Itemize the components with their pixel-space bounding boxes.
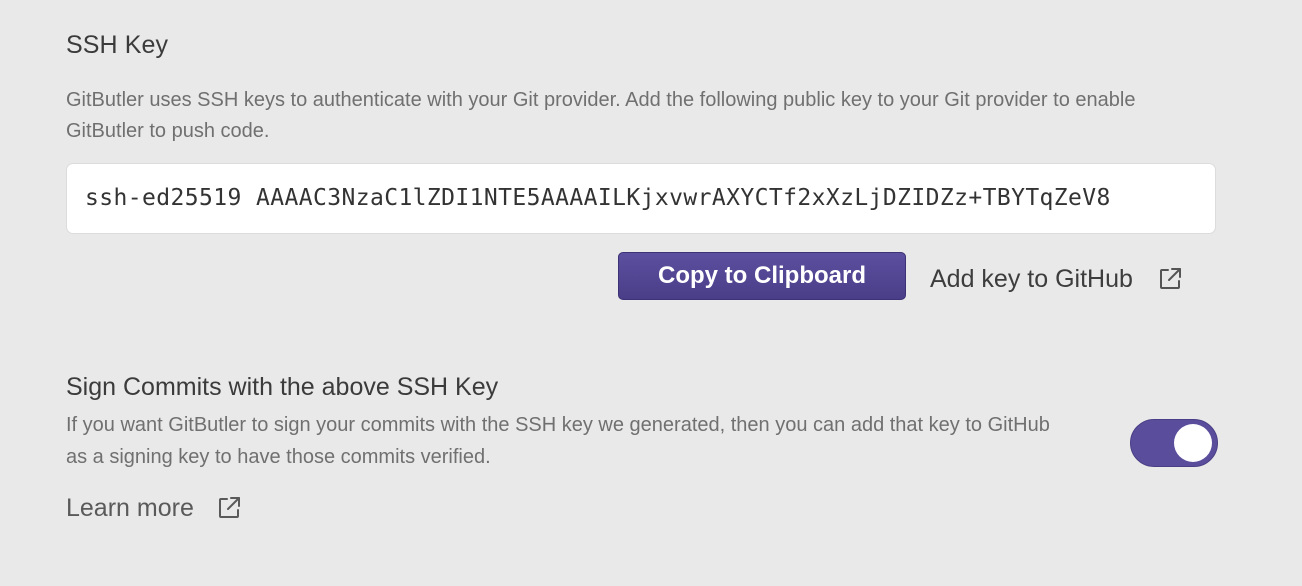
sign-commits-toggle[interactable] [1130,419,1218,467]
ssh-key-description: GitButler uses SSH keys to authenticate … [66,89,1136,142]
sign-commits-title: Sign Commits with the above SSH Key [66,373,499,401]
ssh-key-title: SSH Key [66,31,169,59]
toggle-knob [1174,424,1212,462]
ssh-key-box[interactable]: ssh-ed25519 AAAAC3NzaC1lZDI1NTE5AAAAILKj… [66,163,1216,234]
ssh-public-key-text[interactable]: ssh-ed25519 AAAAC3NzaC1lZDI1NTE5AAAAILKj… [85,164,1111,233]
external-link-icon [216,495,242,521]
external-link-icon [1157,266,1183,292]
copy-to-clipboard-button[interactable]: Copy to Clipboard [618,252,906,300]
learn-more-link[interactable]: Learn more [66,488,242,528]
learn-more-label: Learn more [66,493,194,522]
sign-commits-description: If you want GitButler to sign your commi… [66,414,1050,468]
add-key-to-github-link[interactable]: Add key to GitHub [930,259,1183,299]
add-key-to-github-label: Add key to GitHub [930,264,1133,293]
